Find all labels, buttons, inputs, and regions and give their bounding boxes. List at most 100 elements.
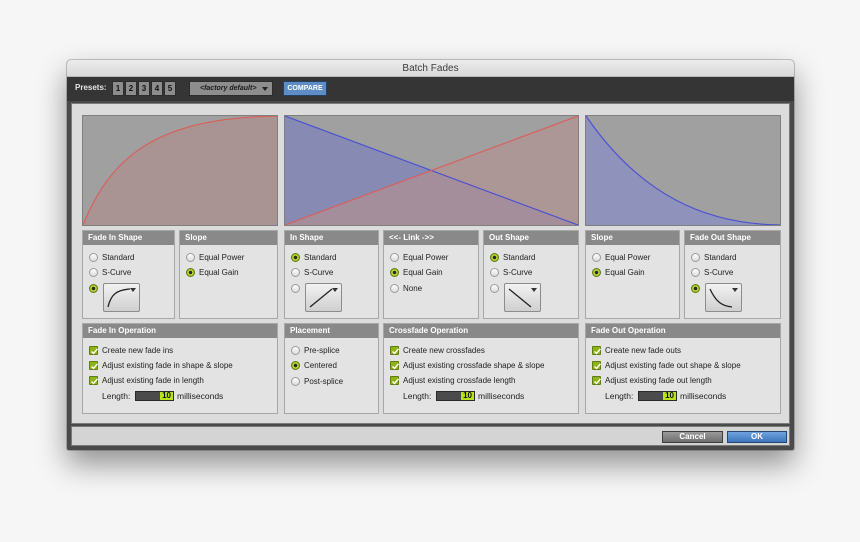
panel-title: Slope (180, 231, 277, 245)
fade-out-length-input[interactable]: 10 (638, 391, 677, 401)
crossfade-length-unit: milliseconds (478, 391, 525, 401)
fade-in-equal-gain-radio[interactable] (186, 268, 195, 277)
compare-button[interactable]: COMPARE (283, 81, 327, 96)
preset-button-4[interactable]: 4 (151, 81, 163, 96)
window-title: Batch Fades (67, 60, 794, 77)
toolbar: Presets: 1 2 3 4 5 <factory default> COM… (67, 77, 794, 101)
create-fade-outs-checkbox[interactable] (592, 346, 602, 355)
fade-in-scurve-radio[interactable] (89, 268, 98, 277)
in-shape-selector[interactable] (305, 283, 342, 312)
panel-title: Placement (285, 324, 378, 338)
link-equal-power-radio[interactable] (390, 253, 399, 262)
fade-out-curve-icon (709, 288, 733, 308)
ok-button[interactable]: OK (727, 431, 787, 443)
fade-in-standard-radio[interactable] (89, 253, 98, 262)
create-crossfades-checkbox[interactable] (390, 346, 400, 355)
fade-out-operation-panel: Fade Out Operation Create new fade outs … (585, 323, 781, 414)
preset-select[interactable]: <factory default> (189, 81, 273, 96)
linear-up-curve-icon (309, 288, 333, 308)
adjust-crossfade-shape-label: Adjust existing crossfade shape & slope (403, 361, 545, 370)
in-shape-scurve-radio[interactable] (291, 268, 300, 277)
pre-splice-radio[interactable] (291, 346, 300, 355)
checkmark-icon (392, 363, 400, 370)
adjust-fade-out-shape-checkbox[interactable] (592, 361, 602, 370)
panel-title: Fade In Operation (83, 324, 277, 338)
fade-in-equal-gain-label: Equal Gain (199, 268, 239, 277)
in-shape-standard-label: Standard (304, 253, 337, 262)
in-shape-scurve-label: S-Curve (304, 268, 334, 277)
preset-button-3[interactable]: 3 (138, 81, 150, 96)
out-shape-standard-label: Standard (503, 253, 536, 262)
fade-out-graph (585, 115, 781, 226)
preset-button-1[interactable]: 1 (112, 81, 124, 96)
out-shape-panel: Out Shape Standard S-Curve (483, 230, 579, 319)
crossfade-length-input[interactable]: 10 (436, 391, 475, 401)
fade-in-graph (82, 115, 278, 226)
out-shape-scurve-label: S-Curve (503, 268, 533, 277)
in-shape-standard-radio[interactable] (291, 253, 300, 262)
checkmark-icon (91, 363, 99, 370)
fade-in-shape-selector[interactable] (103, 283, 140, 312)
link-equal-gain-radio[interactable] (390, 268, 399, 277)
fade-in-custom-radio[interactable] (89, 284, 98, 293)
fade-in-standard-label: Standard (102, 253, 135, 262)
fade-out-standard-radio[interactable] (691, 253, 700, 262)
centered-radio[interactable] (291, 361, 300, 370)
fade-out-equal-power-radio[interactable] (592, 253, 601, 262)
fade-in-slope-panel: Slope Equal Power Equal Gain (179, 230, 278, 319)
checkmark-icon (594, 378, 602, 385)
fade-in-length-input[interactable]: 10 (135, 391, 174, 401)
create-fade-ins-checkbox[interactable] (89, 346, 99, 355)
adjust-fade-out-length-checkbox[interactable] (592, 376, 602, 385)
fade-out-custom-radio[interactable] (691, 284, 700, 293)
fade-in-operation-panel: Fade In Operation Create new fade ins Ad… (82, 323, 278, 414)
adjust-fade-in-shape-label: Adjust existing fade in shape & slope (102, 361, 233, 370)
adjust-crossfade-length-checkbox[interactable] (390, 376, 400, 385)
link-none-radio[interactable] (390, 284, 399, 293)
adjust-crossfade-shape-checkbox[interactable] (390, 361, 400, 370)
fade-out-scurve-radio[interactable] (691, 268, 700, 277)
out-shape-selector[interactable] (504, 283, 541, 312)
cancel-button[interactable]: Cancel (662, 431, 723, 443)
panel-title: <<- Link ->> (384, 231, 478, 245)
crossfade-graph (284, 115, 579, 226)
checkmark-icon (392, 348, 400, 355)
crossfade-operation-panel: Crossfade Operation Create new crossfade… (383, 323, 579, 414)
adjust-crossfade-length-label: Adjust existing crossfade length (403, 376, 516, 385)
chevron-down-icon (531, 288, 537, 292)
preset-button-5[interactable]: 5 (164, 81, 176, 96)
dialog-footer: Cancel OK (71, 426, 790, 446)
fade-out-scurve-label: S-Curve (704, 268, 734, 277)
panel-title: Out Shape (484, 231, 578, 245)
fade-in-equal-power-radio[interactable] (186, 253, 195, 262)
fade-in-equal-power-label: Equal Power (199, 253, 245, 262)
adjust-fade-in-length-checkbox[interactable] (89, 376, 99, 385)
in-shape-custom-radio[interactable] (291, 284, 300, 293)
link-none-label: None (403, 284, 423, 293)
panel-title: Crossfade Operation (384, 324, 578, 338)
out-shape-scurve-radio[interactable] (490, 268, 499, 277)
fade-in-length-label: Length: (102, 391, 131, 401)
fade-out-equal-gain-radio[interactable] (592, 268, 601, 277)
adjust-fade-out-length-label: Adjust existing fade out length (605, 376, 712, 385)
checkmark-icon (392, 378, 400, 385)
chevron-down-icon (262, 87, 268, 91)
pre-splice-label: Pre-splice (304, 346, 340, 355)
fade-out-slope-panel: Slope Equal Power Equal Gain (585, 230, 680, 319)
out-shape-custom-radio[interactable] (490, 284, 499, 293)
fade-out-shape-selector[interactable] (705, 283, 742, 312)
preset-button-2[interactable]: 2 (125, 81, 137, 96)
chevron-down-icon (130, 288, 136, 292)
fade-out-length-label: Length: (605, 391, 634, 401)
fade-in-shape-panel: Fade In Shape Standard S-Curve (82, 230, 175, 319)
panel-title: Fade Out Shape (685, 231, 780, 245)
crossfade-length-value: 10 (461, 391, 474, 400)
adjust-fade-in-shape-checkbox[interactable] (89, 361, 99, 370)
out-shape-standard-radio[interactable] (490, 253, 499, 262)
post-splice-radio[interactable] (291, 377, 300, 386)
checkmark-icon (91, 348, 99, 355)
fade-in-length-unit: milliseconds (177, 391, 224, 401)
fade-in-scurve-label: S-Curve (102, 268, 132, 277)
fade-out-shape-panel: Fade Out Shape Standard S-Curve (684, 230, 781, 319)
crossfade-length-label: Length: (403, 391, 432, 401)
